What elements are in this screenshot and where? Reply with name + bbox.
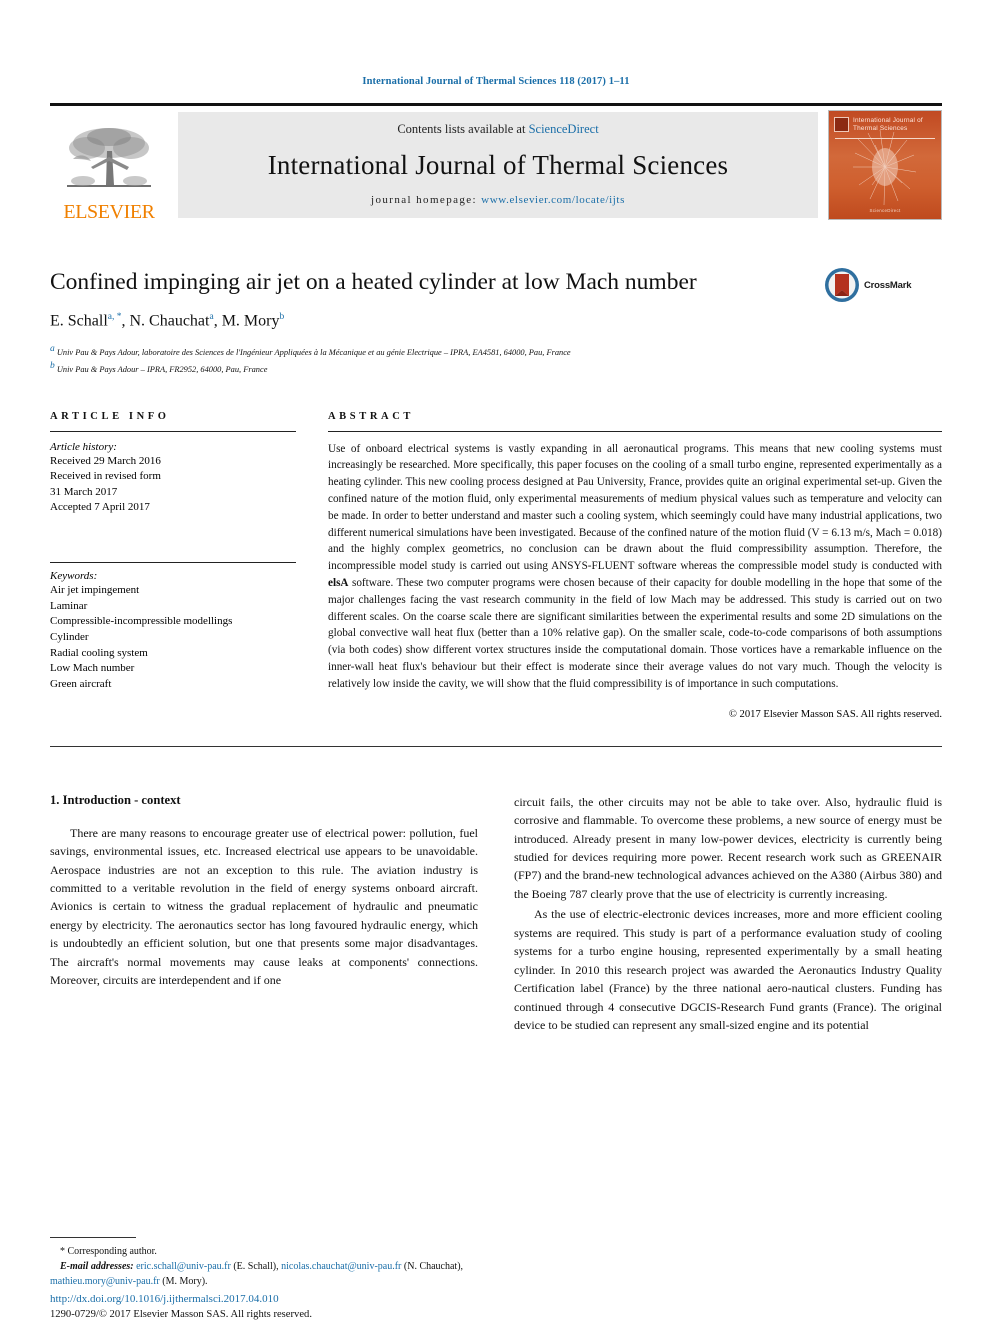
body-columns: 1. Introduction - context There are many… (50, 793, 942, 1037)
footnote-block: * Corresponding author. E-mail addresses… (50, 1237, 480, 1289)
crossmark-badge[interactable]: CrossMark (824, 264, 942, 306)
keyword-item: Compressible-incompressible modellings (50, 615, 233, 628)
homepage-prefix: journal homepage: (371, 194, 482, 206)
article-info-column: ARTICLE INFO Article history: Received 2… (50, 411, 296, 720)
keywords-list: Air jet impingement Laminar Compressible… (50, 583, 296, 692)
abstract-heading: ABSTRACT (328, 410, 414, 422)
author-list: E. Schalla, *, N. Chauchata, M. Moryb (50, 312, 285, 330)
footnote-rule (50, 1237, 136, 1238)
cover-emblem-icon (834, 117, 849, 132)
email-sep-2: , (460, 1261, 464, 1272)
page-title: Confined impinging air jet on a heated c… (50, 269, 697, 295)
cover-burst-icon (853, 130, 917, 206)
asterisk-icon: * (60, 1246, 65, 1257)
journal-homepage-line: journal homepage: www.elsevier.com/locat… (371, 194, 625, 206)
elsevier-tree-icon (67, 128, 151, 187)
affiliation-a: a Univ Pau & Pays Adour, laboratoire des… (50, 342, 942, 360)
elsevier-logo: ELSEVIER (50, 106, 168, 224)
software-name-elsa: elsA (328, 577, 349, 590)
email-link-schall[interactable]: eric.schall@univ-pau.fr (136, 1261, 231, 1272)
affiliation-b: b Univ Pau & Pays Adour – IPRA, FR2952, … (50, 359, 942, 377)
homepage-url-link[interactable]: www.elsevier.com/locate/ijts (481, 194, 625, 206)
affiliation-a-text: Univ Pau & Pays Adour, laboratoire des S… (56, 347, 571, 357)
affiliation-list: a Univ Pau & Pays Adour, laboratoire des… (50, 342, 942, 377)
elsevier-wordmark: ELSEVIER (63, 201, 155, 223)
section-heading-introduction: 1. Introduction - context (50, 792, 181, 807)
body-left-column: 1. Introduction - context There are many… (50, 793, 478, 1037)
journal-banner: Contents lists available at ScienceDirec… (178, 112, 818, 218)
email-owner-schall: (E. Schall) (233, 1261, 277, 1272)
history-item: Accepted 7 April 2017 (50, 501, 150, 514)
keyword-item: Green aircraft (50, 677, 112, 690)
history-item: Received in revised form (50, 470, 161, 483)
article-info-rule (50, 430, 296, 432)
contents-lists-prefix: Contents lists available at (397, 122, 529, 136)
contents-lists-line: Contents lists available at ScienceDirec… (397, 122, 598, 137)
affiliation-b-text: Univ Pau & Pays Adour – IPRA, FR2952, 64… (56, 364, 268, 374)
corresponding-author-note: * Corresponding author. (50, 1244, 480, 1259)
body-paragraph: circuit fails, the other circuits may no… (514, 794, 942, 901)
email-link-mory[interactable]: mathieu.mory@univ-pau.fr (50, 1276, 160, 1287)
email-owner-chauchat: (N. Chauchat) (403, 1261, 461, 1272)
email-addresses-note: E-mail addresses: eric.schall@univ-pau.f… (50, 1261, 464, 1287)
email-owner-mory: (M. Mory) (162, 1276, 206, 1287)
article-info-heading: ARTICLE INFO (50, 410, 170, 422)
author-1-name: E. Schall (50, 312, 108, 330)
history-item: Received 29 March 2016 (50, 454, 161, 467)
issn-copyright-line: 1290-0729/© 2017 Elsevier Masson SAS. Al… (50, 1309, 312, 1321)
keywords-block: Keywords: Air jet impingement Laminar Co… (50, 562, 296, 692)
keywords-label: Keywords: (50, 570, 98, 583)
article-history-label: Article history: (50, 440, 117, 453)
abstract-text: Use of onboard electrical systems is vas… (328, 441, 942, 693)
journal-masthead: ELSEVIER Contents lists available at Sci… (50, 103, 942, 224)
journal-cover-thumbnail[interactable]: International Journal of Thermal Science… (828, 110, 942, 220)
keywords-rule (50, 562, 296, 564)
affiliation-a-mark: a (50, 343, 55, 354)
author-1-marks[interactable]: a, * (108, 312, 122, 322)
cover-footer-text: ScienceDirect (869, 208, 901, 213)
abstract-copyright: © 2017 Elsevier Masson SAS. All rights r… (728, 708, 942, 720)
abstract-part-1: Use of onboard electrical systems is vas… (328, 442, 942, 573)
author-2-marks[interactable]: a (209, 312, 213, 322)
keyword-item: Low Mach number (50, 662, 135, 675)
author-2-name: N. Chauchat (129, 312, 210, 330)
keyword-item: Radial cooling system (50, 646, 148, 659)
section-divider (50, 745, 942, 747)
abstract-rule (328, 430, 942, 432)
keyword-item: Air jet impingement (50, 584, 140, 597)
keyword-item: Cylinder (50, 630, 89, 643)
journal-article-page: International Journal of Thermal Science… (0, 0, 992, 1323)
running-head: International Journal of Thermal Science… (362, 76, 630, 87)
journal-title: International Journal of Thermal Science… (267, 149, 729, 180)
crossmark-icon (825, 268, 859, 302)
abstract-part-2: software. These two computer programs we… (328, 577, 942, 690)
email-addresses-label: E-mail addresses: (60, 1261, 134, 1272)
corresponding-author-text: Corresponding author. (67, 1246, 157, 1257)
body-right-column: circuit fails, the other circuits may no… (514, 793, 942, 1037)
sciencedirect-link[interactable]: ScienceDirect (529, 122, 599, 136)
doi-link[interactable]: http://dx.doi.org/10.1016/j.ijthermalsci… (50, 1291, 490, 1308)
history-item: 31 March 2017 (50, 485, 118, 498)
body-paragraph: As the use of electric-electronic device… (514, 907, 942, 1033)
title-block: Confined impinging air jet on a heated c… (50, 268, 942, 377)
crossmark-label: CrossMark (864, 279, 912, 291)
email-link-chauchat[interactable]: nicolas.chauchat@univ-pau.fr (281, 1261, 401, 1272)
info-and-abstract: ARTICLE INFO Article history: Received 2… (50, 411, 942, 720)
author-3-name: M. Mory (221, 312, 280, 330)
affiliation-b-mark: b (50, 361, 55, 372)
keyword-item: Laminar (50, 599, 88, 612)
article-history-list: Received 29 March 2016 Received in revis… (50, 454, 296, 516)
doi-block: http://dx.doi.org/10.1016/j.ijthermalsci… (50, 1291, 490, 1323)
abstract-column: ABSTRACT Use of onboard electrical syste… (328, 411, 942, 720)
author-3-marks[interactable]: b (279, 312, 284, 322)
body-paragraph: There are many reasons to encourage grea… (50, 825, 478, 988)
